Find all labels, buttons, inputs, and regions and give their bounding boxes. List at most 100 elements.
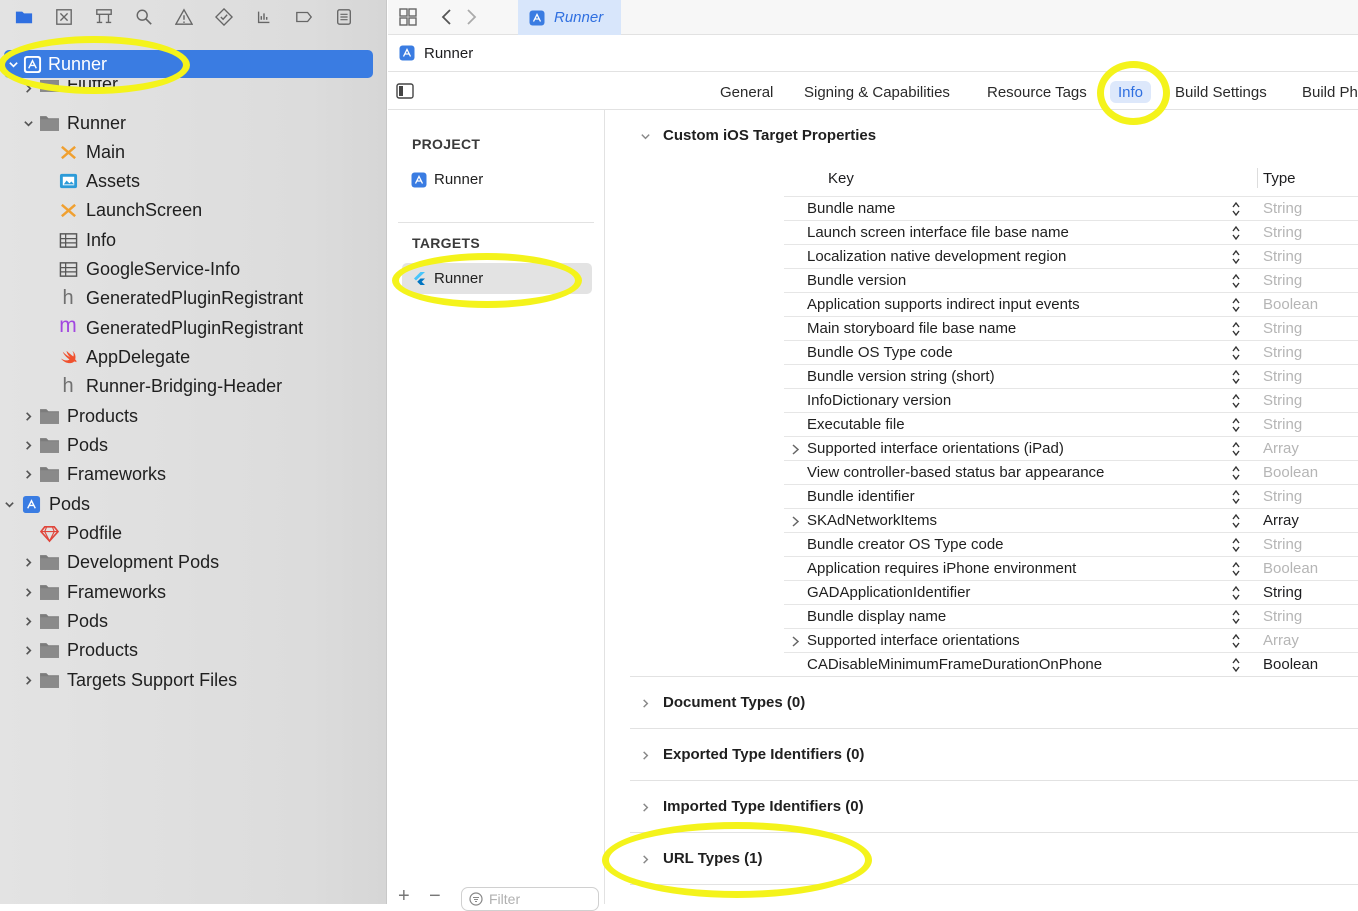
tab-build-phases[interactable]: Build Ph [1302,81,1358,103]
tree-item-pods-products[interactable]: Products [0,636,386,664]
chevron-right-icon[interactable] [639,853,651,865]
chevron-down-icon[interactable] [7,58,19,70]
property-type[interactable]: String [1263,488,1302,505]
tree-item-launchscreen[interactable]: LaunchScreen [0,196,386,224]
up-down-stepper-icon[interactable] [1231,537,1241,553]
chevron-right-icon[interactable] [639,801,651,813]
property-type[interactable]: Array [1263,440,1299,457]
property-type[interactable]: String [1263,536,1302,553]
property-row[interactable]: Supported interface orientations Array [784,628,1358,652]
property-row[interactable]: Main storyboard file base name String [784,316,1358,340]
test-navigator-icon[interactable] [214,7,234,27]
property-type[interactable]: String [1263,248,1302,265]
tree-item-googleservice-info[interactable]: GoogleService-Info [0,255,386,283]
chevron-down-icon[interactable] [639,130,651,142]
property-row[interactable]: Bundle display name String [784,604,1358,628]
property-row[interactable]: InfoDictionary version String [784,388,1358,412]
folder-navigator-icon[interactable] [14,7,34,27]
tab-general[interactable]: General [720,81,773,103]
up-down-stepper-icon[interactable] [1231,201,1241,217]
property-key[interactable]: Bundle OS Type code [807,344,953,361]
url-types-section[interactable]: URL Types (1) [663,850,762,867]
tree-item-generatedpluginregistrant-h[interactable]: h GeneratedPluginRegistrant [0,284,386,312]
chevron-right-icon[interactable] [22,410,34,422]
filter-input[interactable]: Filter [461,887,599,911]
tree-item-frameworks[interactable]: Frameworks [0,460,386,488]
document-types-section[interactable]: Document Types (0) [663,694,805,711]
tree-item-runner-project[interactable]: Runner [4,50,373,78]
property-key[interactable]: Bundle display name [807,608,946,625]
property-type[interactable]: String [1263,368,1302,385]
property-key[interactable]: Bundle name [807,200,895,217]
editor-tab-runner[interactable]: Runner [518,0,621,35]
tree-item-pods-project[interactable]: Pods [0,490,386,518]
property-type[interactable]: String [1263,392,1302,409]
property-type[interactable]: Boolean [1263,464,1318,481]
property-row[interactable]: Bundle version String [784,268,1358,292]
back-arrow-icon[interactable] [440,8,454,26]
target-item-runner[interactable]: Runner [402,263,592,294]
property-key[interactable]: Bundle version [807,272,906,289]
property-type[interactable]: String [1263,344,1302,361]
property-row[interactable]: Application requires iPhone environment B… [784,556,1358,580]
property-type[interactable]: String [1263,200,1302,217]
tree-item-development-pods[interactable]: Development Pods [0,548,386,576]
chevron-right-icon[interactable] [22,586,34,598]
tab-signing-capabilities[interactable]: Signing & Capabilities [804,81,950,103]
property-type[interactable]: Boolean [1263,296,1318,313]
property-type[interactable]: String [1263,320,1302,337]
up-down-stepper-icon[interactable] [1231,585,1241,601]
up-down-stepper-icon[interactable] [1231,417,1241,433]
chevron-right-icon[interactable] [22,468,34,480]
property-key[interactable]: Executable file [807,416,905,433]
property-row[interactable]: Bundle name String [784,196,1358,220]
property-type[interactable]: Boolean [1263,560,1318,577]
project-item-runner[interactable]: Runner [411,171,483,188]
tree-item-appdelegate[interactable]: AppDelegate [0,343,386,371]
breakpoint-navigator-icon[interactable] [294,7,314,27]
up-down-stepper-icon[interactable] [1231,369,1241,385]
symbol-navigator-icon[interactable] [94,7,114,27]
property-key[interactable]: Supported interface orientations [807,632,1020,649]
issue-navigator-icon[interactable] [174,7,194,27]
property-row[interactable]: Localization native development region St… [784,244,1358,268]
property-row[interactable]: SKAdNetworkItems Array [784,508,1358,532]
tab-resource-tags[interactable]: Resource Tags [987,81,1087,103]
chevron-right-icon[interactable] [790,515,800,527]
chevron-right-icon[interactable] [22,82,34,94]
property-row[interactable]: View controller-based status bar appeara… [784,460,1358,484]
up-down-stepper-icon[interactable] [1231,345,1241,361]
property-row[interactable]: Application supports indirect input even… [784,292,1358,316]
forward-arrow-icon[interactable] [464,8,478,26]
chevron-right-icon[interactable] [639,697,651,709]
property-row[interactable]: Supported interface orientations (iPad) A… [784,436,1358,460]
property-type[interactable]: String [1263,224,1302,241]
report-navigator-icon[interactable] [334,7,354,27]
source-control-navigator-icon[interactable] [54,7,74,27]
up-down-stepper-icon[interactable] [1231,225,1241,241]
chevron-right-icon[interactable] [790,443,800,455]
up-down-stepper-icon[interactable] [1231,561,1241,577]
property-type[interactable]: Boolean [1263,656,1318,673]
tree-item-assets[interactable]: Assets [0,167,386,195]
tree-item-pods-pods[interactable]: Pods [0,607,386,635]
up-down-stepper-icon[interactable] [1231,633,1241,649]
up-down-stepper-icon[interactable] [1231,393,1241,409]
up-down-stepper-icon[interactable] [1231,465,1241,481]
up-down-stepper-icon[interactable] [1231,489,1241,505]
property-type[interactable]: String [1263,272,1302,289]
property-row[interactable]: CADisableMinimumFrameDurationOnPhone Bool… [784,652,1358,676]
property-key[interactable]: Launch screen interface file base name [807,224,1069,241]
tree-item-bridging-header[interactable]: h Runner-Bridging-Header [0,372,386,400]
property-key[interactable]: CADisableMinimumFrameDurationOnPhone [807,656,1102,673]
property-key[interactable]: Bundle identifier [807,488,915,505]
chevron-down-icon[interactable] [22,117,34,129]
up-down-stepper-icon[interactable] [1231,657,1241,673]
chevron-right-icon[interactable] [22,556,34,568]
up-down-stepper-icon[interactable] [1231,273,1241,289]
up-down-stepper-icon[interactable] [1231,609,1241,625]
chevron-right-icon[interactable] [22,644,34,656]
remove-target-button[interactable]: − [429,885,441,908]
up-down-stepper-icon[interactable] [1231,297,1241,313]
property-row[interactable]: Bundle OS Type code String [784,340,1358,364]
